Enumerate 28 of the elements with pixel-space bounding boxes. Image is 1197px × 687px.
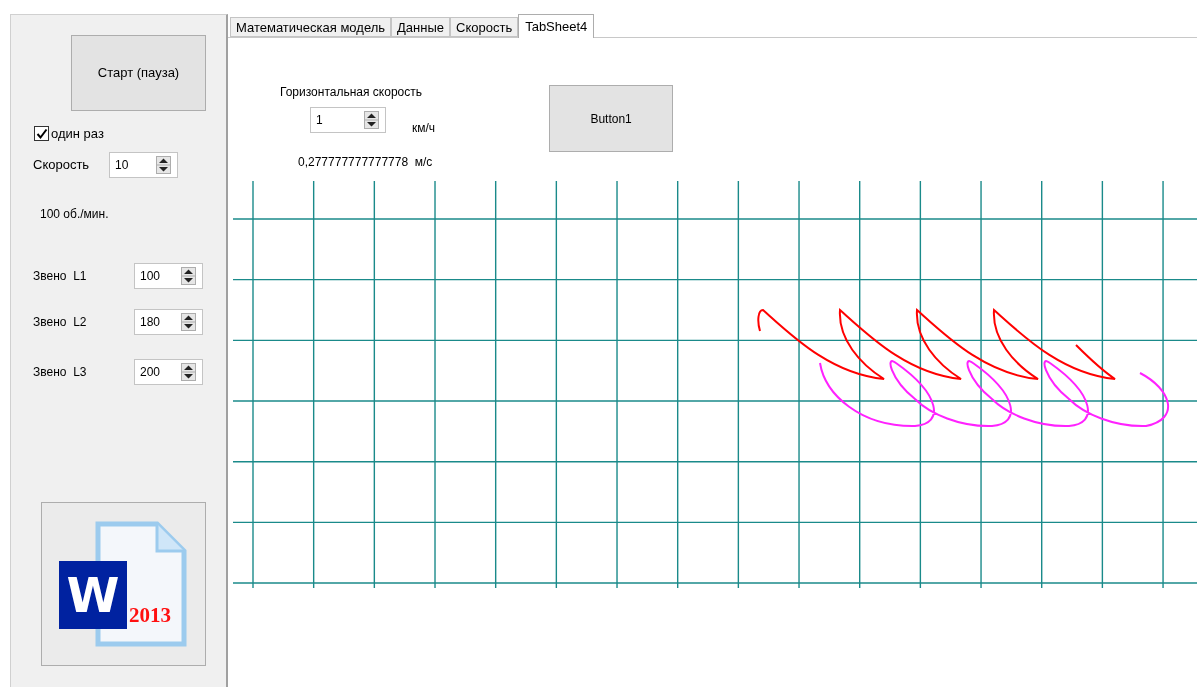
- spin-arrows-icon[interactable]: [156, 155, 171, 174]
- word-logo: W: [59, 560, 127, 629]
- link-label: Звено L2: [33, 313, 88, 331]
- year-label: 2013: [129, 604, 171, 626]
- checkbox-label[interactable]: один раз: [51, 124, 104, 144]
- speed-label: Скорость: [33, 155, 91, 174]
- spin-field[interactable]: 200: [134, 358, 203, 385]
- rpm-text: 100 об./мин.: [40, 205, 109, 223]
- tab[interactable]: Скорость: [450, 17, 519, 37]
- spin-arrows-icon[interactable]: [181, 266, 196, 285]
- spin-arrows-icon[interactable]: [181, 362, 196, 381]
- spin-field[interactable]: 10: [109, 151, 178, 178]
- spin-arrows-icon[interactable]: [364, 111, 379, 129]
- converted-speed: 0,277777777777778 м/с: [298, 154, 434, 171]
- link-label: Звено L1: [33, 267, 88, 285]
- checkbox[interactable]: [34, 126, 49, 142]
- tab[interactable]: TabSheet4: [518, 14, 595, 38]
- tab[interactable]: Данные: [391, 17, 450, 37]
- spin-field[interactable]: 100: [134, 262, 203, 289]
- tab[interactable]: Математическая модель: [230, 17, 392, 37]
- button[interactable]: Button1: [549, 85, 674, 152]
- spin-field[interactable]: 1: [310, 107, 386, 133]
- unit-label: км/ч: [412, 120, 436, 137]
- spin-field[interactable]: 180: [134, 308, 203, 335]
- spin-arrows-icon[interactable]: [181, 312, 196, 331]
- start-button[interactable]: Старт (пауза): [71, 35, 206, 111]
- speed-caption: Горизонтальная скорость: [280, 84, 423, 101]
- link-label: Звено L3: [33, 363, 88, 381]
